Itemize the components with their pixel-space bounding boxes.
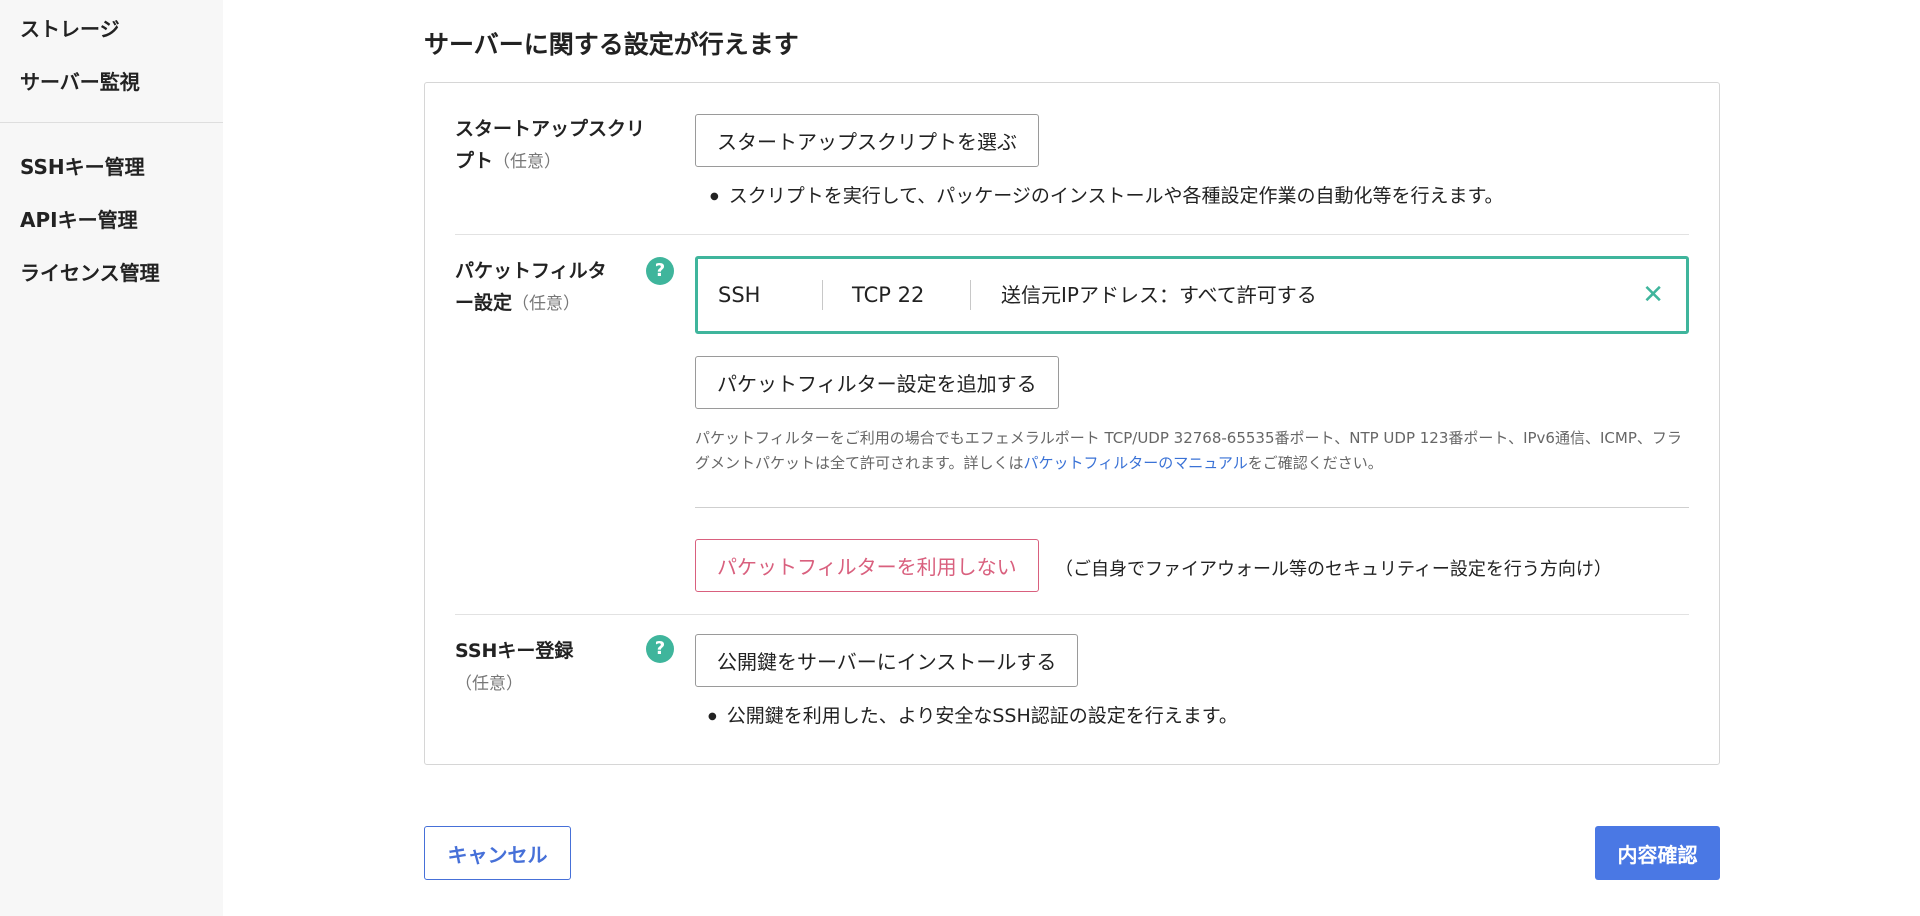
optional-tag: （任意） [512,294,581,314]
row-divider [455,614,1689,615]
packet-filter-help-icon[interactable]: ? [646,257,674,285]
rule-protocol: TCP [852,283,891,307]
disable-packet-filter-note: （ご自身でファイアウォール等のセキュリティー設定を行う方向け） [1055,559,1612,580]
rule-separator [822,280,823,310]
rule-name: SSH [718,283,761,307]
rule-port: 22 [897,283,925,307]
page-title: サーバーに関する設定が行えます [424,30,799,59]
packet-filter-label: パケットフィルタ ー設定（任意） [455,255,607,320]
cancel-button[interactable]: キャンセル [424,826,571,880]
confirm-button[interactable]: 内容確認 [1595,826,1720,880]
note-text-end: をご確認ください。 [1247,454,1383,472]
install-public-key-button[interactable]: 公開鍵をサーバーにインストールする [695,634,1079,687]
packet-filter-note: パケットフィルターをご利用の場合でもエフェメラルポート TCP/UDP 3276… [695,426,1695,476]
add-packet-filter-button[interactable]: パケットフィルター設定を追加する [695,356,1059,409]
startup-script-label: スタートアップスクリ プト（任意） [455,113,645,178]
ssh-key-label: SSHキー登録 （任意） [455,635,573,700]
sidebar-item-api-keys[interactable]: APIキー管理 [20,204,138,233]
rule-source: 送信元IPアドレス：すべて許可する [1001,283,1317,307]
rule-separator [970,280,971,310]
startup-script-label-line1: スタートアップスクリ [455,118,646,140]
packet-filter-manual-link[interactable]: パケットフィルターのマニュアル [1024,454,1248,472]
ssh-key-help-icon[interactable]: ? [646,635,674,663]
sidebar-divider [0,122,223,123]
optional-tag: （任意） [493,152,562,172]
sidebar-item-storage[interactable]: ストレージ [20,13,120,42]
close-icon[interactable]: ✕ [1642,259,1664,331]
optional-tag: （任意） [455,674,523,694]
settings-card: スタートアップスクリ プト（任意） スタートアップスクリプトを選ぶ スクリプトを… [424,82,1720,765]
packet-filter-rule[interactable]: SSH TCP 22 送信元IPアドレス：すべて許可する ✕ [695,256,1689,334]
disable-packet-filter-button[interactable]: パケットフィルターを利用しない [695,539,1039,592]
sidebar-item-server-monitoring[interactable]: サーバー監視 [20,66,140,95]
ssh-key-description: 公開鍵を利用した、より安全なSSH認証の設定を行えます。 [694,701,1238,728]
sidebar: ストレージ サーバー監視 SSHキー管理 APIキー管理 ライセンス管理 [0,0,223,916]
sidebar-item-ssh-keys[interactable]: SSHキー管理 [20,151,145,180]
packet-filter-label-line1: パケットフィルタ [455,260,607,282]
row-divider [455,234,1689,235]
rule-protocol-port: TCP 22 [852,259,924,331]
ssh-key-label-text: SSHキー登録 [455,640,574,662]
packet-filter-label-line2: ー設定 [455,292,513,314]
section-divider [695,507,1689,508]
startup-script-label-line2: プト [455,150,494,172]
choose-startup-script-button[interactable]: スタートアップスクリプトを選ぶ [695,114,1039,167]
startup-script-description: スクリプトを実行して、パッケージのインストールや各種設定作業の自動化等を行えます… [696,181,1504,208]
sidebar-item-licenses[interactable]: ライセンス管理 [20,257,160,286]
